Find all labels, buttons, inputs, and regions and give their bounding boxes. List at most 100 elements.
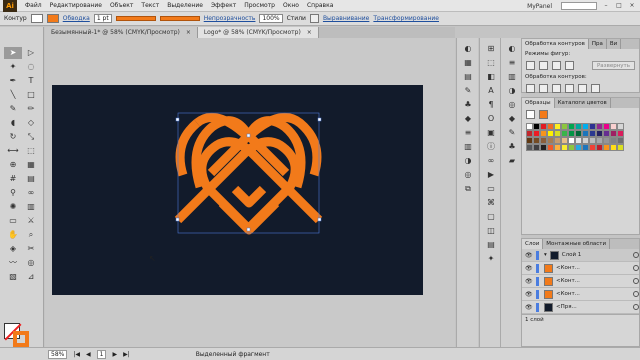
menu-type[interactable]: Текст [141, 2, 159, 9]
rectangle-tool-icon[interactable]: □ [22, 89, 40, 101]
target-icon[interactable] [633, 265, 639, 271]
sublayer-row[interactable]: 👁 <Конт... [522, 288, 639, 301]
swatch-chip[interactable] [568, 130, 575, 137]
swatch-chip[interactable] [589, 123, 596, 130]
pathfinder-icon[interactable]: ◧ [484, 72, 498, 82]
hand-tool-icon[interactable]: ✋ [4, 229, 22, 241]
blend-tool-icon[interactable]: ∞ [22, 187, 40, 199]
swatch-chip[interactable] [568, 123, 575, 130]
artboard-tool-icon[interactable]: ▭ [4, 215, 22, 227]
brushes-icon[interactable]: ✎ [461, 86, 475, 96]
swatch-chip[interactable] [540, 130, 547, 137]
divide-icon[interactable] [526, 84, 535, 93]
opentype-icon[interactable]: O [484, 114, 498, 124]
target-icon[interactable] [633, 252, 639, 258]
paintbrush-tool-icon[interactable]: ✎ [4, 103, 22, 115]
artboard[interactable] [52, 85, 423, 295]
rotate-tool-icon[interactable]: ↻ [4, 131, 22, 143]
transform-icon[interactable]: ⬚ [484, 58, 498, 68]
swatch-chip[interactable] [547, 123, 554, 130]
sublayer-row[interactable]: 👁 <Конт... [522, 275, 639, 288]
visibility-eye-icon[interactable]: 👁 [525, 278, 533, 285]
sublayer-name[interactable]: <Пря... [556, 304, 577, 310]
align-link[interactable]: Выравнивание [323, 15, 369, 22]
tab-color-books[interactable]: Каталоги цветов [555, 98, 611, 108]
swatch-chip[interactable] [547, 130, 554, 137]
target-icon[interactable] [633, 278, 639, 284]
next-artboard-icon[interactable]: ▶ [112, 351, 117, 358]
appearance-panel-icon[interactable]: ◎ [505, 100, 519, 110]
swatch-chip[interactable] [603, 130, 610, 137]
transparency-icon[interactable]: ◑ [461, 156, 475, 166]
fill-swatch[interactable] [30, 14, 43, 23]
line-tool-icon[interactable]: ╲ [4, 89, 22, 101]
pen-tool-icon[interactable]: ✒ [4, 75, 22, 87]
color-icon[interactable]: ◐ [505, 44, 519, 54]
scissors-tool-icon[interactable]: ✂ [22, 243, 40, 255]
sublayer-row[interactable]: 👁 <Пря... [522, 301, 639, 314]
swatch-chip[interactable] [582, 137, 589, 144]
document-info-icon[interactable]: ▢ [484, 212, 498, 222]
menu-edit[interactable]: Редактирование [50, 2, 102, 9]
symbols-panel-icon[interactable]: ♣ [505, 142, 519, 152]
tab-untitled[interactable]: Безымянный-1* @ 58% (CMYK/Просмотр) × [45, 27, 198, 38]
tab-swatches[interactable]: Образцы [522, 98, 555, 108]
workspace-switcher[interactable]: MyPanel [527, 3, 552, 10]
actions-icon[interactable]: ▶ [484, 170, 498, 180]
layers-icon[interactable]: ⧉ [461, 184, 475, 194]
shape-builder-tool-icon[interactable]: ⊕ [4, 159, 22, 171]
swatch-chip[interactable] [526, 144, 533, 151]
sublayer-name[interactable]: <Конт... [556, 265, 580, 271]
navigator-icon[interactable]: ▣ [484, 128, 498, 138]
swatch-chip[interactable] [596, 130, 603, 137]
swatch-chip[interactable] [582, 144, 589, 151]
graph-tool-icon[interactable]: ▧ [4, 271, 22, 283]
swatch-chip[interactable] [603, 123, 610, 130]
transparency-panel-icon[interactable]: ◑ [505, 86, 519, 96]
target-icon[interactable] [633, 304, 639, 310]
swatch-fill-icon[interactable] [526, 110, 535, 119]
gradient-tool-icon[interactable]: ▤ [22, 173, 40, 185]
flattener-icon[interactable]: ◫ [484, 226, 498, 236]
perspective-grid-tool-icon[interactable]: ▦ [22, 159, 40, 171]
intersect-icon[interactable] [552, 61, 561, 70]
symbols-icon[interactable]: ♣ [461, 100, 475, 110]
graphic-styles-panel-icon[interactable]: ◆ [505, 114, 519, 124]
minimize-icon[interactable]: – [602, 2, 610, 10]
menu-select[interactable]: Выделение [167, 2, 203, 9]
eyedropper-tool-icon[interactable]: ⚲ [4, 187, 22, 199]
swatch-chip[interactable] [526, 123, 533, 130]
slice-tool-icon[interactable]: ⚔ [22, 215, 40, 227]
tab-logo[interactable]: Logo* @ 58% (CMYK/Просмотр) × [197, 27, 319, 38]
swatch-chip[interactable] [589, 130, 596, 137]
swatch-chip[interactable] [547, 137, 554, 144]
expand-button[interactable]: Развернуть [591, 61, 635, 70]
stroke-link[interactable]: Обводка [63, 15, 90, 22]
heart-knot-logo[interactable] [52, 85, 423, 295]
layer-name[interactable]: Слой 1 [562, 252, 582, 258]
free-transform-tool-icon[interactable]: ⬚ [22, 145, 40, 157]
swatch-chip[interactable] [596, 123, 603, 130]
swatch-chip[interactable] [554, 123, 561, 130]
live-paint-tool-icon[interactable]: ◈ [4, 243, 22, 255]
sublayer-name[interactable]: <Конт... [556, 291, 580, 297]
svg-interactivity-icon[interactable]: ⌘ [484, 198, 498, 208]
swatch-chip[interactable] [610, 137, 617, 144]
swatch-chip[interactable] [533, 130, 540, 137]
swatch-chip[interactable] [554, 137, 561, 144]
visibility-eye-icon[interactable]: 👁 [525, 252, 533, 259]
tab-pathfinder[interactable]: Обработка контуров [522, 39, 589, 49]
character-icon[interactable]: A [484, 86, 498, 96]
canvas-area[interactable]: ↖ [45, 38, 455, 347]
swatch-chip[interactable] [533, 144, 540, 151]
swatch-chip[interactable] [526, 130, 533, 137]
color-panel-icon[interactable]: ◐ [461, 44, 475, 54]
first-artboard-icon[interactable]: |◀ [73, 351, 80, 358]
visibility-eye-icon[interactable]: 👁 [525, 291, 533, 298]
opacity-field[interactable]: 100% [259, 14, 283, 23]
last-artboard-icon[interactable]: ▶| [123, 351, 130, 358]
tab-artboards[interactable]: Монтажные области [543, 239, 611, 249]
swatch-chip[interactable] [561, 144, 568, 151]
menu-effect[interactable]: Эффект [211, 2, 236, 9]
zoom-tool-icon[interactable]: ⌕ [22, 229, 40, 241]
